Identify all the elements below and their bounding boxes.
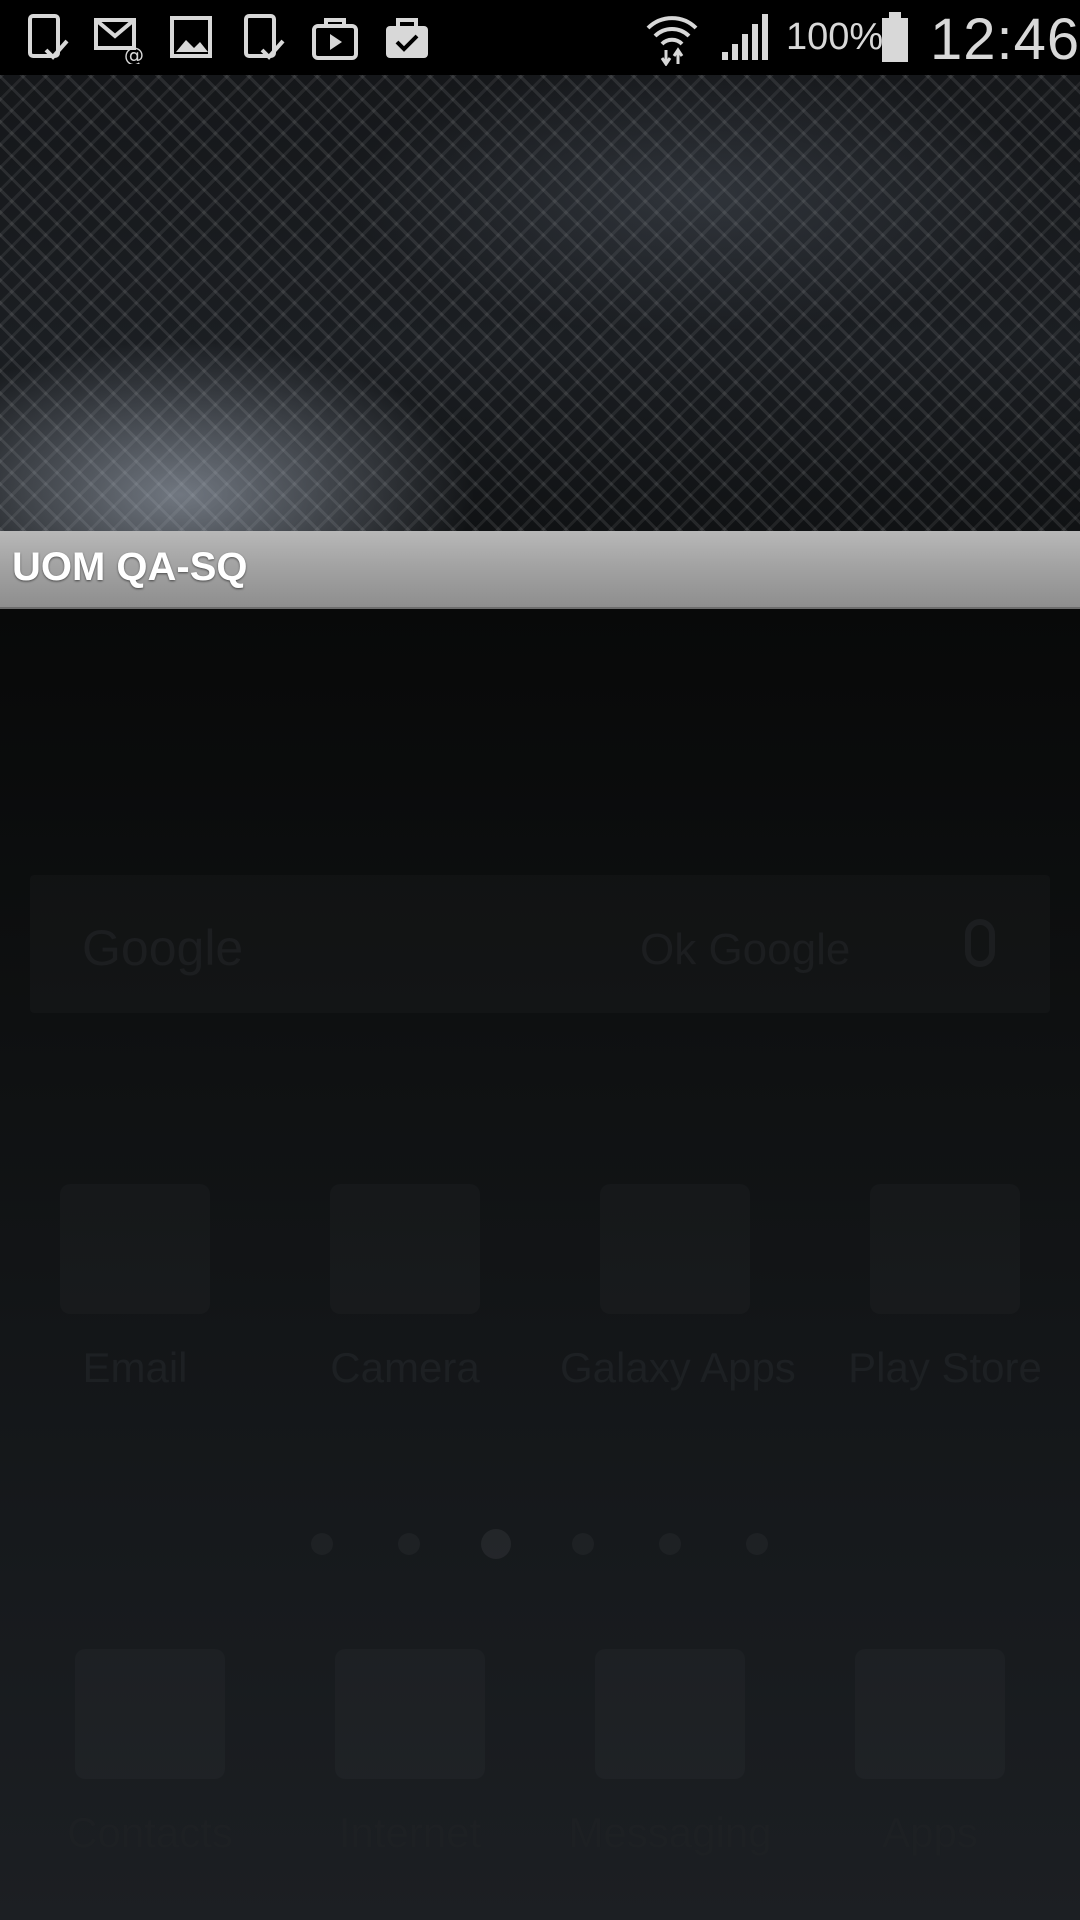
apps-grid-icon: [855, 1649, 1005, 1779]
signal-icon: [718, 12, 770, 64]
play-store-icon: [870, 1184, 1020, 1314]
briefcase-check-icon: [382, 12, 434, 64]
clock: 12:46: [930, 7, 1080, 72]
dock-internet: Internet: [295, 1649, 525, 1857]
page-dot: [659, 1533, 681, 1555]
page-dot: [572, 1533, 594, 1555]
page-dot-active: [481, 1529, 511, 1559]
app-label: Contacts: [67, 1809, 233, 1856]
device-check-icon: [238, 12, 290, 64]
app-label: Messaging: [568, 1809, 772, 1856]
app-shortcut-play-store: Play Store: [830, 1184, 1060, 1392]
battery-percent: 100%: [786, 16, 884, 58]
page-indicator: [0, 1529, 1080, 1563]
app-label: Camera: [330, 1344, 480, 1391]
dock-contacts: Contacts: [35, 1649, 265, 1857]
status-bar: @ 100% 12:46: [0, 0, 1080, 75]
device-check-icon: [22, 12, 74, 64]
app-label: Play Store: [848, 1344, 1042, 1391]
app-shortcut-email: Email: [20, 1184, 250, 1392]
app-label: Apps: [882, 1809, 978, 1856]
contacts-icon: [75, 1649, 225, 1779]
messaging-icon: [595, 1649, 745, 1779]
dock-messaging: Messaging: [555, 1649, 785, 1857]
page-dot: [746, 1533, 768, 1555]
dimmed-home-screen: Google Ok Google Email Camera Galaxy App…: [0, 609, 1080, 1920]
app-label: Email: [82, 1344, 188, 1391]
app-label: Internet: [338, 1809, 482, 1856]
app-shortcut-galaxy-apps: Galaxy Apps: [560, 1184, 796, 1392]
wifi-icon: [644, 10, 700, 66]
email-icon: [60, 1184, 210, 1314]
app-title: UOM QA-SQ: [12, 545, 248, 589]
app-shortcut-camera: Camera: [290, 1184, 520, 1392]
search-hint: Ok Google: [640, 925, 851, 974]
battery-icon: [880, 12, 910, 64]
app-label: Galaxy Apps: [560, 1344, 796, 1391]
dock-apps: Apps: [815, 1649, 1045, 1857]
title-bar: UOM QA-SQ: [0, 531, 1080, 609]
internet-icon: [335, 1649, 485, 1779]
header-banner-image: [0, 75, 1080, 531]
search-brand: Google: [82, 920, 244, 976]
gallery-image-icon: [166, 12, 218, 64]
google-search-widget: Google Ok Google: [30, 875, 1050, 1013]
page-dot: [311, 1533, 333, 1555]
galaxy-apps-icon: [600, 1184, 750, 1314]
mic-icon: [965, 919, 995, 967]
svg-text:@: @: [124, 43, 144, 64]
camera-icon: [330, 1184, 480, 1314]
page-dot: [398, 1533, 420, 1555]
email-at-icon: @: [94, 12, 146, 64]
app-screen: @ 100% 12:46 UOM QA-SQ Google Ok Google …: [0, 0, 1080, 1920]
play-store-bag-icon: [310, 12, 362, 64]
